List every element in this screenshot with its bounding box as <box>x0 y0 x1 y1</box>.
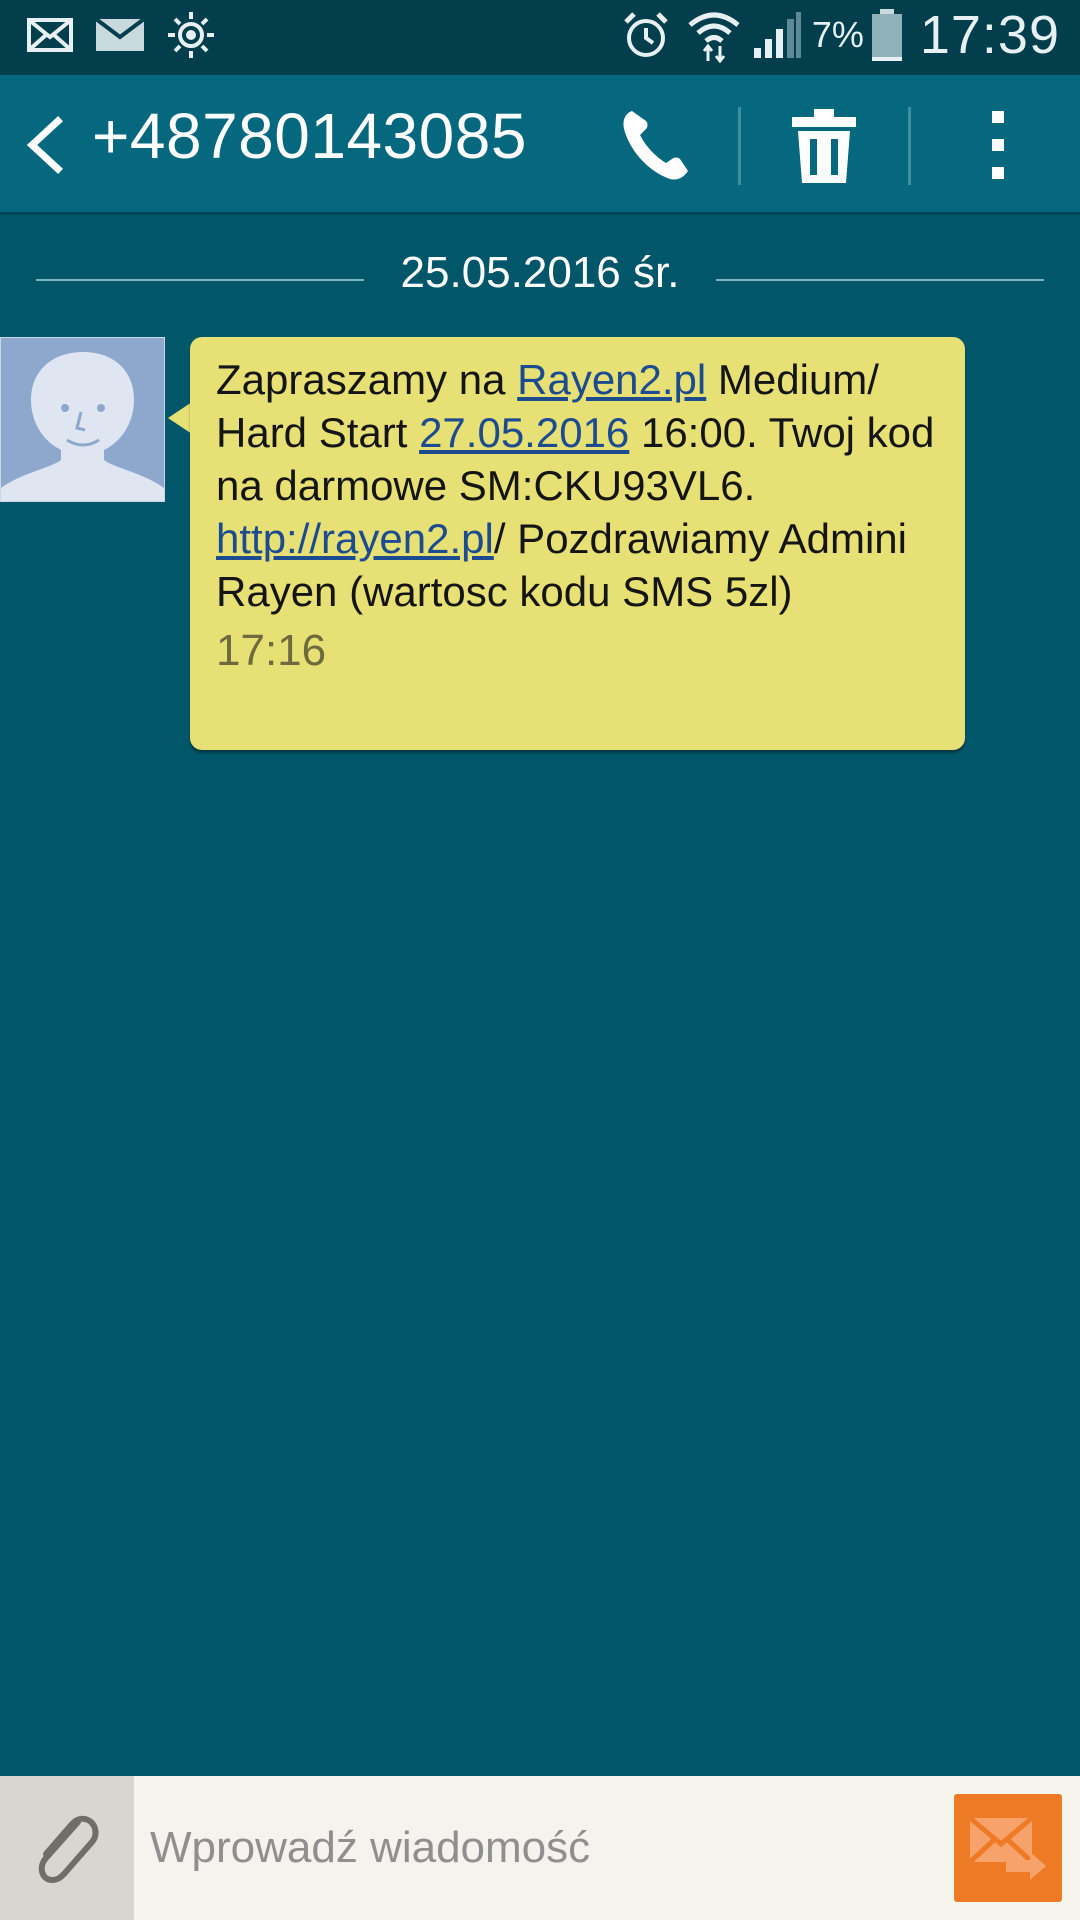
battery-icon <box>870 7 904 63</box>
message-date-link[interactable]: 27.05.2016 <box>419 409 629 456</box>
default-avatar-icon <box>1 352 164 501</box>
paperclip-icon <box>38 1815 99 1884</box>
signal-icon <box>752 10 802 60</box>
status-bar: 7% 17:39 <box>0 0 1080 75</box>
alarm-icon <box>620 9 672 61</box>
missed-message-icon <box>26 15 74 55</box>
back-button[interactable] <box>18 113 78 177</box>
action-divider <box>738 107 741 185</box>
message-text: Zapraszamy na Rayen2.pl Medium/ Hard Sta… <box>216 353 939 618</box>
trash-icon <box>792 109 856 183</box>
status-clock: 17:39 <box>919 5 1060 65</box>
action-divider <box>908 107 911 185</box>
notification-icons <box>26 10 216 60</box>
bubble-tail <box>168 402 192 434</box>
message-composer <box>0 1776 1080 1920</box>
date-separator: 25.05.2016 śr. <box>0 240 1080 310</box>
message-url-link[interactable]: http://rayen2.pl <box>216 515 494 562</box>
message-input[interactable] <box>150 1806 940 1890</box>
attach-button[interactable] <box>0 1776 134 1920</box>
send-button[interactable] <box>954 1794 1062 1902</box>
conversation-title: +48780143085 <box>92 100 527 172</box>
battery-percent: 7% <box>811 14 864 55</box>
phone-icon <box>623 111 688 180</box>
call-button[interactable] <box>618 105 694 185</box>
date-label: 25.05.2016 śr. <box>400 248 680 297</box>
contact-avatar[interactable] <box>0 337 165 502</box>
message-time: 17:16 <box>216 626 327 675</box>
back-icon <box>26 116 63 174</box>
system-icons: 7% 17:39 <box>620 4 1060 66</box>
action-bar: +48780143085 <box>0 75 1080 215</box>
message-link[interactable]: Rayen2.pl <box>517 356 706 403</box>
mail-icon <box>94 15 146 55</box>
brightness-icon <box>166 10 216 60</box>
more-options-button[interactable] <box>978 105 1018 185</box>
more-vert-icon <box>992 111 1004 179</box>
message-segment: Zapraszamy na <box>216 356 518 403</box>
wifi-icon <box>686 7 742 63</box>
delete-button[interactable] <box>788 107 860 185</box>
send-message-icon <box>968 1816 1046 1880</box>
message-bubble[interactable]: Zapraszamy na Rayen2.pl Medium/ Hard Sta… <box>190 337 965 750</box>
date-line-right <box>716 279 1044 281</box>
